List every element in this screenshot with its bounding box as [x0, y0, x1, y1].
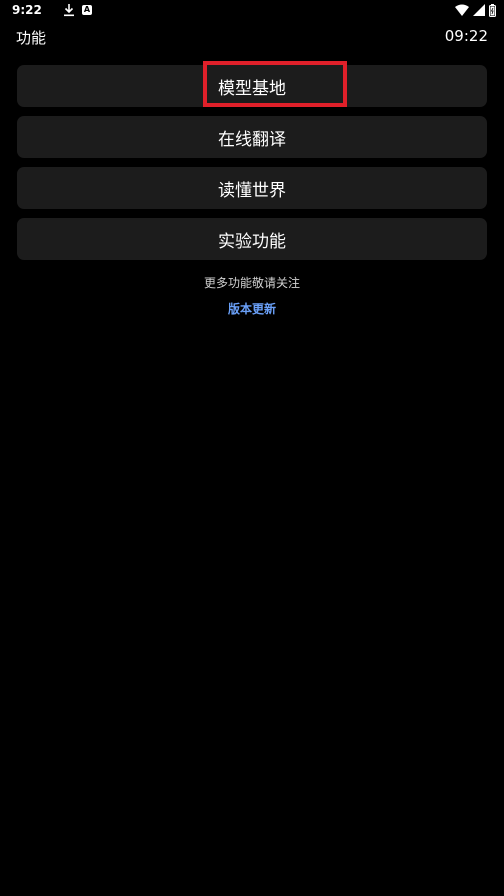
- function-menu: 模型基地 在线翻译 读懂世界 实验功能: [17, 61, 487, 269]
- menu-item-label: 读懂世界: [218, 180, 286, 201]
- highlight-box: [203, 61, 347, 107]
- a-app-icon: A: [82, 5, 92, 15]
- battery-icon: [489, 3, 496, 17]
- menu-item-label: 在线翻译: [218, 129, 286, 150]
- download-icon: [64, 4, 74, 17]
- menu-item-experimental[interactable]: 实验功能: [17, 218, 487, 260]
- system-icons: [455, 3, 496, 17]
- signal-icon: [473, 4, 485, 16]
- status-time: 9:22: [12, 3, 42, 17]
- status-bar: 9:22 A: [0, 0, 504, 22]
- header-clock: 09:22: [444, 27, 488, 45]
- page-title: 功能: [16, 29, 47, 47]
- menu-item-online-translate[interactable]: 在线翻译: [17, 116, 487, 158]
- menu-item-understand-world[interactable]: 读懂世界: [17, 167, 487, 209]
- wifi-icon: [455, 4, 469, 16]
- menu-item-model-base[interactable]: 模型基地: [17, 61, 487, 107]
- menu-item-label: 实验功能: [218, 231, 286, 252]
- more-features-note: 更多功能敬请关注: [203, 276, 300, 290]
- version-update-link[interactable]: 版本更新: [0, 300, 504, 317]
